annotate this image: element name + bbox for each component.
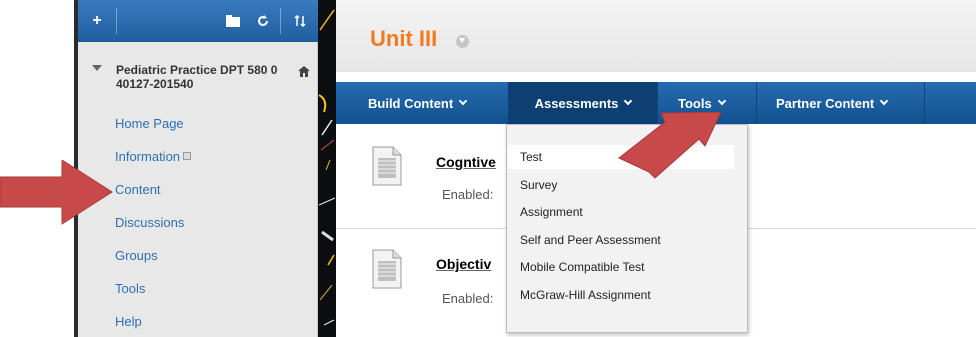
action-bar-divider bbox=[756, 82, 757, 124]
sidebar-item-information[interactable]: Information bbox=[115, 145, 192, 167]
sidebar-item-help[interactable]: Help bbox=[115, 310, 142, 332]
chevron-down-icon bbox=[458, 96, 468, 106]
sidebar-item-label: Discussions bbox=[115, 214, 185, 230]
sidebar-item-label: Home Page bbox=[115, 115, 184, 131]
annotation-arrow-test bbox=[618, 112, 722, 179]
course-menu-toolbar: + bbox=[78, 0, 318, 42]
menu-item-mobile-compatible-test[interactable]: Mobile Compatible Test bbox=[508, 255, 734, 279]
folder-view-button[interactable] bbox=[218, 0, 248, 42]
build-content-button[interactable]: Build Content bbox=[368, 82, 468, 124]
sidebar-item-label: Information bbox=[115, 148, 181, 164]
home-icon[interactable] bbox=[298, 66, 310, 77]
menu-item-self-and-peer-assessment[interactable]: Self and Peer Assessment bbox=[508, 228, 734, 252]
decorative-lines bbox=[318, 9, 336, 326]
menu-item-label: McGraw-Hill Assignment bbox=[520, 288, 651, 302]
refresh-button[interactable] bbox=[248, 0, 278, 42]
annotation-arrow-content bbox=[0, 160, 113, 225]
content-item-title[interactable]: Cogntive bbox=[436, 154, 496, 170]
chevron-down-icon bbox=[624, 96, 633, 106]
sidebar-item-content[interactable]: Content bbox=[115, 178, 161, 200]
toolbar-divider bbox=[116, 8, 117, 34]
action-bar-label: Build Content bbox=[368, 95, 454, 111]
menu-item-label: Mobile Compatible Test bbox=[520, 260, 645, 274]
sidebar-item-discussions[interactable]: Discussions bbox=[115, 211, 184, 233]
sidebar-item-label: Help bbox=[115, 313, 142, 329]
reorder-button[interactable] bbox=[282, 0, 318, 42]
menu-item-mcgraw-hill-assignment[interactable]: McGraw-Hill Assignment bbox=[508, 283, 734, 307]
sidebar-item-label: Groups bbox=[115, 247, 158, 263]
decorative-background-strip bbox=[318, 0, 336, 337]
refresh-icon bbox=[258, 15, 268, 26]
sort-icon bbox=[294, 15, 306, 27]
toolbar-divider bbox=[280, 8, 281, 34]
document-icon bbox=[372, 249, 402, 289]
content-area-header: Unit III bbox=[336, 0, 976, 72]
folder-icon bbox=[226, 15, 240, 27]
add-menu-item-button[interactable]: + bbox=[78, 0, 116, 42]
chevron-down-icon[interactable] bbox=[456, 35, 469, 48]
action-bar-divider bbox=[924, 82, 925, 124]
partner-content-button[interactable]: Partner Content bbox=[776, 82, 889, 124]
menu-item-label: Survey bbox=[520, 178, 558, 192]
sidebar-item-home-page[interactable]: Home Page bbox=[115, 112, 184, 134]
menu-item-label: Assignment bbox=[520, 205, 583, 219]
chevron-down-icon bbox=[879, 96, 889, 106]
page-title: Unit III bbox=[370, 26, 438, 51]
sidebar-item-label: Tools bbox=[115, 280, 146, 296]
chevron-down-icon bbox=[717, 96, 726, 106]
content-item-status: Enabled: bbox=[442, 187, 494, 202]
content-item-status: Enabled: bbox=[442, 291, 494, 306]
plus-icon: + bbox=[92, 12, 102, 29]
action-bar-label: Tools bbox=[678, 95, 712, 111]
menu-item-label: Self and Peer Assessment bbox=[520, 233, 661, 247]
sidebar-item-tools[interactable]: Tools bbox=[115, 277, 145, 299]
menu-item-assignment[interactable]: Assignment bbox=[508, 200, 734, 224]
sidebar-item-label: Content bbox=[115, 181, 161, 197]
sidebar-item-groups[interactable]: Groups bbox=[115, 244, 158, 266]
menu-item-label: Test bbox=[520, 150, 543, 164]
course-title[interactable]: Pediatric Practice DPT 580 0 40127-20154… bbox=[116, 63, 286, 91]
content-item-title[interactable]: Objectiv bbox=[436, 256, 491, 272]
action-bar-label: Assessments bbox=[534, 95, 619, 111]
collapse-caret-icon[interactable] bbox=[92, 65, 102, 71]
menu-item-options-icon[interactable] bbox=[183, 152, 192, 160]
course-header: Pediatric Practice DPT 580 0 40127-20154… bbox=[78, 42, 318, 104]
action-bar-label: Partner Content bbox=[776, 95, 875, 111]
document-icon bbox=[372, 146, 402, 186]
